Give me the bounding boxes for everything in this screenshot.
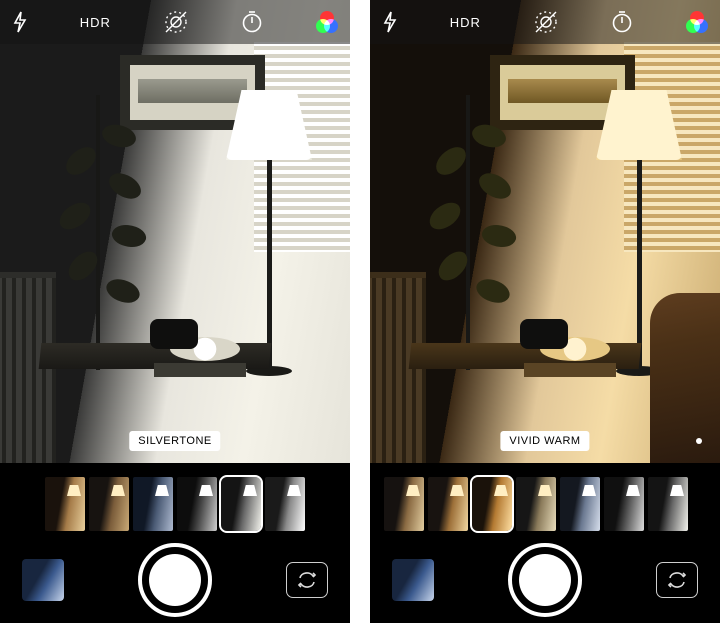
last-photo-thumbnail[interactable]	[392, 559, 434, 601]
filter-thumb[interactable]	[265, 477, 305, 531]
active-filter-label: VIVID WARM	[500, 431, 589, 451]
camera-bottom-bar	[370, 537, 720, 623]
filter-thumb[interactable]	[560, 477, 600, 531]
live-photo-off-icon[interactable]	[533, 9, 559, 35]
switch-camera-button[interactable]	[656, 562, 698, 598]
camera-top-bar: HDR	[370, 0, 720, 44]
camera-bottom-bar	[0, 537, 350, 623]
filter-thumb-selected[interactable]	[472, 477, 512, 531]
shutter-button[interactable]	[138, 543, 212, 617]
filter-thumb[interactable]	[45, 477, 85, 531]
filter-thumb[interactable]	[648, 477, 688, 531]
filter-strip[interactable]	[0, 473, 350, 535]
camera-screen-vivid-warm: HDR	[370, 0, 720, 623]
viewfinder[interactable]: VIVID WARM	[370, 0, 720, 463]
filter-thumb[interactable]	[428, 477, 468, 531]
shutter-button[interactable]	[508, 543, 582, 617]
camera-screen-silvertone: HDR SI	[0, 0, 350, 623]
timer-icon[interactable]	[240, 10, 264, 34]
live-photo-off-icon[interactable]	[163, 9, 189, 35]
camera-top-bar: HDR	[0, 0, 350, 44]
last-photo-thumbnail[interactable]	[22, 559, 64, 601]
filter-thumb[interactable]	[604, 477, 644, 531]
color-filters-icon[interactable]	[686, 11, 708, 33]
timer-icon[interactable]	[610, 10, 634, 34]
viewfinder[interactable]: SILVERTONE	[0, 0, 350, 463]
filter-thumb[interactable]	[384, 477, 424, 531]
filter-thumb[interactable]	[133, 477, 173, 531]
hdr-button[interactable]: HDR	[80, 15, 111, 30]
hdr-button[interactable]: HDR	[450, 15, 481, 30]
filter-thumb[interactable]	[516, 477, 556, 531]
filter-thumb[interactable]	[177, 477, 217, 531]
flash-auto-icon[interactable]	[12, 11, 28, 33]
filter-strip[interactable]	[370, 473, 720, 535]
color-filters-icon[interactable]	[316, 11, 338, 33]
focus-indicator-dot	[696, 438, 702, 444]
filter-thumb-selected[interactable]	[221, 477, 261, 531]
switch-camera-button[interactable]	[286, 562, 328, 598]
flash-auto-icon[interactable]	[382, 11, 398, 33]
active-filter-label: SILVERTONE	[129, 431, 220, 451]
filter-thumb[interactable]	[89, 477, 129, 531]
